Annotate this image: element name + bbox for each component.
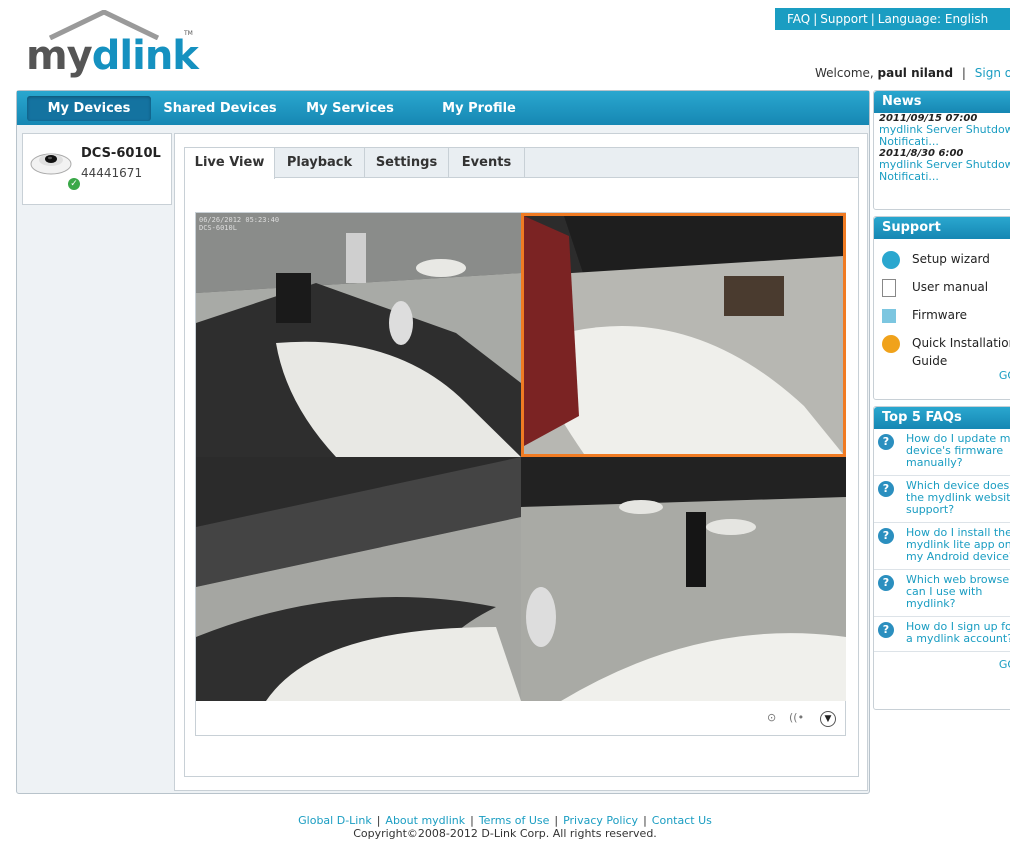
online-status-icon: ✓ [68,178,80,190]
nav-my-services[interactable]: My Services [300,96,400,121]
footer: Global D-Link | About mydlink | Terms of Use… [0,814,1010,840]
record-icon[interactable]: ⊙ [767,711,776,724]
setup-wizard-label: Setup wizard [912,252,990,266]
video-quadrant-3[interactable] [196,457,521,701]
welcome-message: Welcome, paul niland | Sign out [815,66,1010,80]
tab-live-view[interactable]: Live View [185,148,275,179]
user-manual-label: User manual [912,280,989,294]
faq-heading: Top 5 FAQs [874,407,1010,429]
question-icon: ? [878,575,894,591]
faq-go-link[interactable]: GO [874,658,1010,671]
separator: | [376,814,381,827]
separator: | [961,66,966,80]
trademark: TM [184,30,193,37]
video-quadrant-2-selected[interactable] [521,213,846,457]
question-icon: ? [878,528,894,544]
faq-text: Which device does the mydlink website su… [906,479,1010,516]
support-heading: Support [874,217,1010,239]
expand-down-icon[interactable]: ▼ [820,711,836,727]
faq-item[interactable]: ? Which web browsers can I use with mydli… [874,570,1010,617]
setup-wizard-link[interactable]: Setup wizard [874,245,1010,273]
faq-box: Top 5 FAQs ? How do I update my device's … [873,406,1010,710]
news-box: News 2011/09/15 07:00 mydlink Server Shu… [873,90,1010,210]
footer-link-global-dlink[interactable]: Global D-Link [298,814,372,827]
user-manual-icon [882,279,896,297]
username: paul niland [877,66,954,80]
camera-view-image [524,216,843,454]
device-name: DCS-6010L [81,146,161,161]
camera-view-image [521,457,846,701]
faq-item[interactable]: ? How do I sign up for a mydlink account? [874,617,1010,652]
chip-icon [882,309,896,323]
tab-settings[interactable]: Settings [365,148,449,178]
news-heading: News [874,91,1010,113]
camera-view-image [196,457,521,701]
user-manual-link[interactable]: User manual [874,273,1010,301]
faq-item[interactable]: ? How do I install the mydlink lite app o… [874,523,1010,570]
firmware-link[interactable]: Firmware [874,301,1010,329]
setup-wizard-icon [882,251,900,269]
device-id: 44441671 [81,166,143,180]
tab-playback[interactable]: Playback [275,148,365,178]
sign-out-link[interactable]: Sign out [975,66,1010,80]
content-panel: Live View Playback Settings Events 06/26… [174,133,868,791]
copyright: Copyright©2008-2012 D-Link Corp. All rig… [353,827,657,840]
question-icon: ? [878,434,894,450]
support-link[interactable]: Support [820,12,867,26]
footer-link-privacy[interactable]: Privacy Policy [563,814,638,827]
support-box: Support Setup wizard User manual Firmwar… [873,216,1010,400]
main-panel: My Devices Shared Devices My Services My… [16,90,870,794]
faq-item[interactable]: ? Which device does the mydlink website s… [874,476,1010,523]
question-icon: ? [878,481,894,497]
top-links-bar: FAQ | Support | Language: English [775,8,1010,30]
audio-icon[interactable]: ((• [789,711,804,724]
camera-label-text: DCS-6010L [199,224,237,232]
video-quadrant-1[interactable]: 06/26/2012 05:23:40 DCS-6010L [196,213,521,457]
nav-my-profile[interactable]: My Profile [432,96,526,121]
nav-my-devices[interactable]: My Devices [27,96,151,121]
news-item[interactable]: mydlink Server Shutdown Notificati... [874,124,1010,148]
footer-links: Global D-Link | About mydlink | Terms of Use… [0,814,1010,827]
timestamp-text: 06/26/2012 05:23:40 [199,216,280,224]
separator: | [554,814,559,827]
quick-install-guide-label: Quick Installation Guide [912,336,1010,368]
nav-shared-devices[interactable]: Shared Devices [160,96,280,121]
camera-view-image [196,213,521,457]
gear-icon [882,335,900,353]
faq-link[interactable]: FAQ [787,12,810,26]
firmware-label: Firmware [912,308,967,322]
main-nav: My Devices Shared Devices My Services My… [17,91,869,125]
tab-bar: Live View Playback Settings Events [185,148,858,179]
footer-link-about[interactable]: About mydlink [385,814,465,827]
quick-install-guide-link[interactable]: Quick Installation Guide [874,329,1010,369]
mydlink-logo[interactable]: mydlink TM [26,10,199,79]
tab-container: Live View Playback Settings Events 06/26… [184,147,859,777]
live-view-area: 06/26/2012 05:23:40 DCS-6010L ⊙ ((• ▼ [195,212,846,736]
video-timestamp: 06/26/2012 05:23:40 DCS-6010L [199,216,279,232]
faq-text: How do I sign up for a mydlink account? [906,620,1010,645]
faq-item[interactable]: ? How do I update my device's firmware ma… [874,429,1010,476]
faq-text: How do I install the mydlink lite app on… [906,526,1010,563]
faq-text: How do I update my device's firmware man… [906,432,1010,469]
footer-link-contact[interactable]: Contact Us [652,814,712,827]
tab-events[interactable]: Events [449,148,525,178]
question-icon: ? [878,622,894,638]
separator: | [643,814,647,827]
welcome-prefix: Welcome, [815,66,874,80]
faq-text: Which web browsers can I use with mydlin… [906,573,1010,610]
video-quadrant-4[interactable] [521,457,846,701]
separator: | [470,814,474,827]
news-item[interactable]: mydlink Server Shutdown Notificati... [874,159,1010,183]
logo-text: mydlink [26,33,199,79]
separator: | [813,12,818,26]
footer-link-terms[interactable]: Terms of Use [479,814,550,827]
device-card[interactable]: ✓ DCS-6010L 44441671 [22,133,172,205]
separator: | [870,12,875,26]
language-selector[interactable]: Language: English [878,12,988,26]
support-go-link[interactable]: GO [874,369,1010,382]
live-video-feed[interactable]: 06/26/2012 05:23:40 DCS-6010L [196,213,846,701]
fisheye-camera-icon [30,153,72,175]
